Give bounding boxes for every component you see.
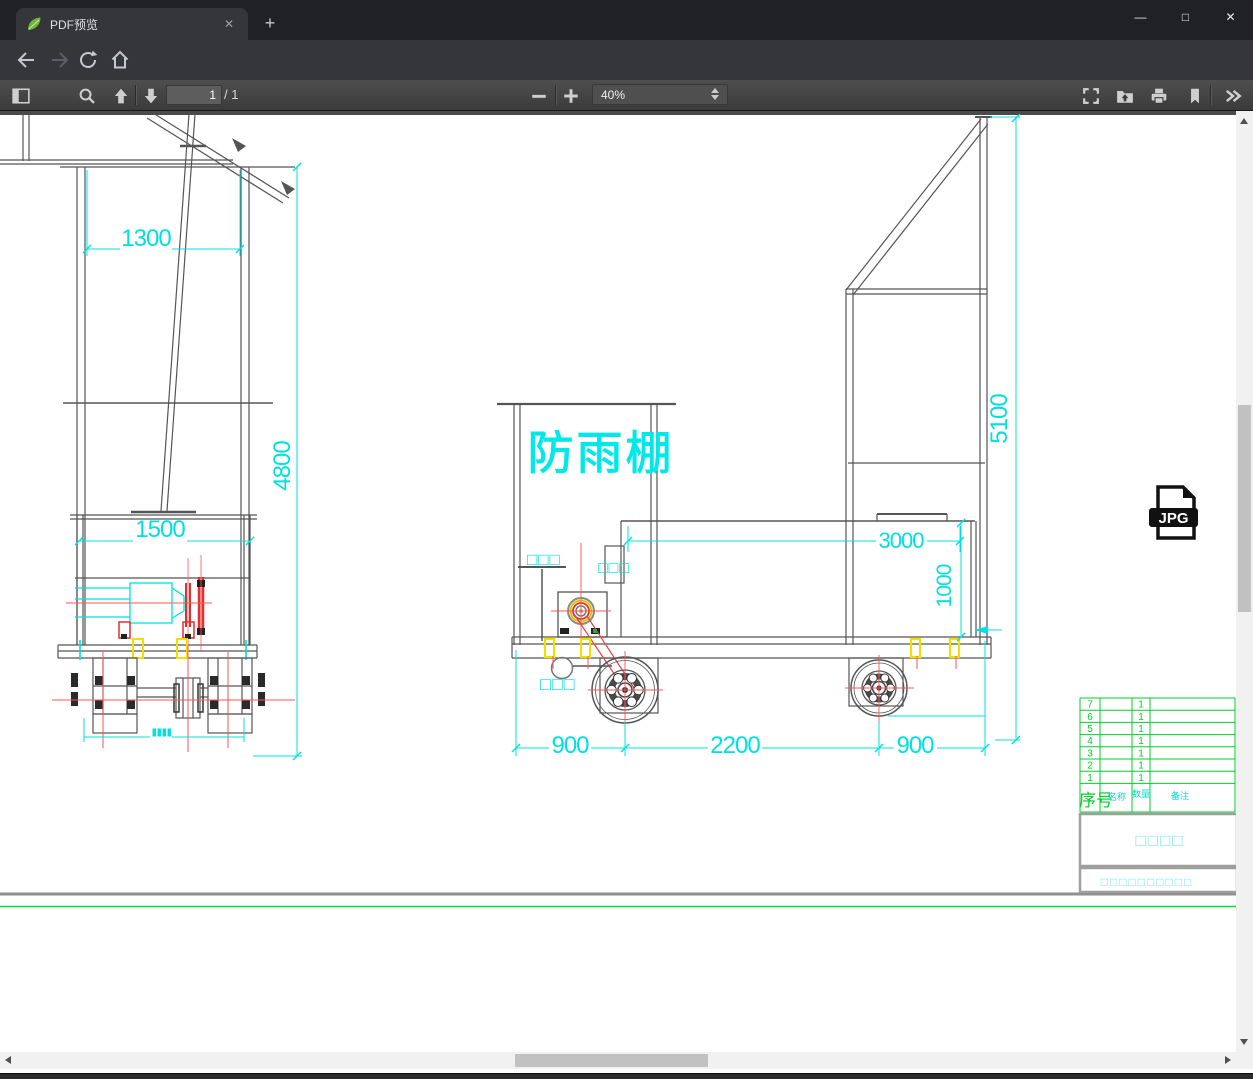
svg-text:1: 1 [1138,700,1144,711]
window-bottom-edge [0,1073,1253,1079]
scroll-down-arrow[interactable] [1240,1039,1248,1045]
vertical-scrollbar-thumb[interactable] [1238,405,1251,612]
more-tools-chevrons-icon[interactable] [1224,87,1242,105]
svg-text:1: 1 [1138,761,1144,772]
side-view-structure [497,116,992,714]
vertical-scrollbar[interactable] [1236,111,1253,1052]
dim-1300: 1300 [121,225,171,252]
side-view-front-wheel [588,651,663,724]
scroll-right-arrow[interactable] [1225,1056,1231,1064]
pdf-toolbar: / 1 40% [0,80,1253,111]
address-toolbar: localhost:8012/onlinePreview?url=http%3A… [0,40,1253,117]
zoom-select-arrows-icon [711,88,719,100]
svg-text:5: 5 [1087,724,1093,735]
sidebar-toggle-button[interactable] [12,87,30,105]
open-file-button[interactable] [1116,87,1134,105]
spring-leaf-favicon [28,17,41,30]
horizontal-scrollbar-thumb[interactable] [515,1054,708,1067]
svg-text:1: 1 [1138,712,1144,723]
minimize-button[interactable]: — [1118,0,1163,34]
dim-900-right: 900 [896,732,934,759]
zoom-select[interactable]: 40% [592,84,728,105]
svg-text:6: 6 [1087,712,1093,723]
dim-1500: 1500 [135,516,185,543]
maximize-button[interactable]: □ [1163,0,1208,34]
tab-title: PDF预览 [50,17,99,32]
small-label-3: □□□ [540,674,576,694]
presentation-mode-button[interactable] [1082,87,1100,105]
zoom-in-button[interactable] [562,87,580,105]
svg-text:1: 1 [1138,736,1144,747]
zoom-out-button[interactable] [530,89,548,103]
front-view-motor [75,582,247,660]
reload-button[interactable] [76,48,100,72]
toolbar-divider [555,85,557,105]
cad-drawing: 1300 4800 1500 防雨棚 □□□ □□□ □□□ 3000 1000… [0,111,1236,908]
svg-text:7: 7 [1087,700,1093,711]
scroll-up-arrow[interactable] [1240,118,1248,124]
front-view-structure [0,112,295,659]
pdf-viewport: 1300 4800 1500 防雨棚 □□□ □□□ □□□ 3000 1000… [0,111,1253,1079]
svg-text:1: 1 [1138,773,1144,784]
svg-text:2: 2 [1087,761,1093,772]
bom-header-remark: 备注 [1171,790,1189,801]
svg-text:3: 3 [1087,748,1093,759]
small-label-2: □□□ [598,560,630,577]
side-view-rear-wheel [845,655,914,722]
scroll-left-arrow[interactable] [5,1056,11,1064]
doc-title-glyphs: □□□□ [1135,831,1184,850]
forward-button[interactable] [48,48,72,72]
svg-text:1: 1 [1138,724,1144,735]
front-view-wheel-flanges [71,673,265,713]
browser-window: PDF预览 ✕ + — □ ✕ loc [0,0,1253,1079]
horizontal-scrollbar[interactable] [0,1052,1236,1069]
scrollbar-corner [1236,1052,1253,1069]
next-page-button[interactable] [142,87,160,105]
tab-strip: PDF预览 ✕ + — □ ✕ [0,0,1253,40]
close-button[interactable]: ✕ [1208,0,1253,34]
new-tab-button[interactable]: + [258,12,282,36]
page-total-label: / 1 [224,87,239,102]
dim-5100: 5100 [986,394,1013,444]
bookmark-button[interactable] [1186,87,1204,105]
zoom-value: 40% [601,88,626,102]
small-label-1: □□□ [527,550,561,569]
toolbar-divider [135,85,137,105]
window-controls: — □ ✕ [1118,0,1253,34]
toolbar-divider [1210,85,1212,105]
tab-pdf-preview[interactable]: PDF预览 ✕ [16,8,248,40]
dim-1000: 1000 [933,564,956,607]
page-number-input[interactable] [166,85,222,105]
footer-glyphs: □□□□□□□□□□ [1101,875,1193,889]
bom-header-name: 名称 [1108,791,1126,802]
jpg-file-icon: JPG [1149,485,1198,540]
bom-header-qty: 数量 [1132,788,1150,799]
back-button[interactable] [14,48,38,72]
jpg-badge-label: JPG [1158,510,1188,527]
tab-close-icon[interactable]: ✕ [220,15,238,33]
front-view-pulleys [66,555,212,652]
print-button[interactable] [1150,87,1168,105]
home-button[interactable] [108,48,132,72]
dim-3000: 3000 [879,528,925,553]
svg-text:1: 1 [1087,773,1093,784]
svg-text:1: 1 [1138,748,1144,759]
dim-2200: 2200 [710,732,760,759]
dim-900-left: 900 [551,732,589,759]
previous-page-button[interactable] [112,87,130,105]
search-icon[interactable] [78,87,96,105]
shelter-label: 防雨棚 [528,427,675,479]
svg-text:4: 4 [1087,736,1093,747]
dim-4800: 4800 [269,441,296,491]
